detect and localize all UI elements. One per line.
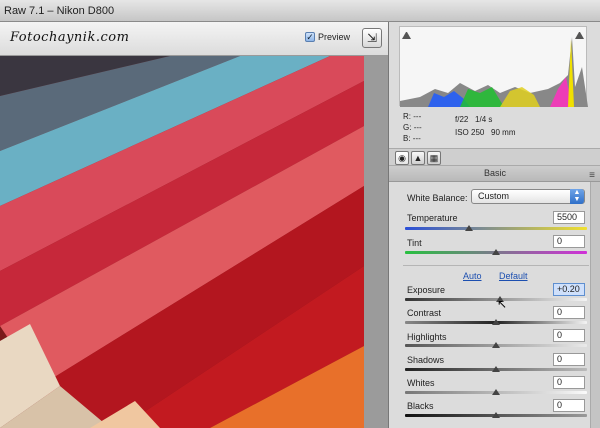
preview-label: Preview: [318, 32, 351, 42]
temperature-slider[interactable]: [405, 227, 587, 230]
histogram: [399, 26, 588, 107]
temperature-label: Temperature: [407, 213, 458, 223]
exposure-label: Exposure: [407, 285, 446, 295]
section-header: Basic ≡: [389, 166, 600, 182]
whites-label: Whites: [407, 378, 435, 388]
section-title: Basic: [483, 168, 506, 178]
contrast-value[interactable]: 0: [553, 306, 585, 319]
select-arrows-icon: ▲ ▼: [570, 189, 584, 204]
b-value: ---: [412, 134, 421, 143]
auto-link[interactable]: Auto: [463, 271, 482, 281]
exif-readout: f/22 1/4 s ISO 250 90 mm: [455, 113, 515, 139]
b-label: B:: [403, 134, 411, 143]
watermark-text: Fotochaynik.com: [10, 30, 130, 45]
highlight-clipping-icon[interactable]: [575, 30, 584, 39]
image-toolbar: Fotochaynik.com ✓ Preview ⇲: [0, 22, 388, 56]
basic-tab-icon[interactable]: ◉: [395, 151, 409, 165]
tone-curve-tab-icon[interactable]: ▲: [411, 151, 425, 165]
fullscreen-toggle-button[interactable]: ⇲: [362, 28, 382, 48]
preview-toggle[interactable]: ✓ Preview: [305, 32, 350, 42]
blacks-value[interactable]: 0: [553, 399, 585, 412]
shadows-label: Shadows: [407, 355, 445, 365]
panel-tab-bar: ◉ ▲ ▦: [389, 148, 600, 166]
tint-value[interactable]: 0: [553, 235, 585, 248]
adjustments-panel: R: --- G: --- B: --- f/22 1/4 s ISO 250 …: [388, 22, 600, 428]
exposure-value[interactable]: +0.20: [553, 283, 585, 296]
panel-menu-icon[interactable]: ≡: [589, 168, 595, 183]
window-title: Raw 7.1 – Nikon D800: [4, 5, 115, 17]
shadows-slider-thumb[interactable]: [492, 366, 500, 372]
iso-value: ISO 250: [455, 128, 485, 137]
default-link[interactable]: Default: [499, 271, 528, 281]
window-titlebar: Raw 7.1 – Nikon D800: [0, 0, 600, 22]
blacks-label: Blacks: [407, 401, 434, 411]
shutter-value: 1/4 s: [475, 115, 493, 124]
contrast-label: Contrast: [407, 308, 442, 318]
r-label: R:: [403, 112, 411, 121]
temperature-slider-thumb[interactable]: [464, 225, 473, 231]
aperture-value: f/22: [455, 115, 469, 124]
r-value: ---: [413, 112, 422, 121]
shadows-value[interactable]: 0: [553, 353, 585, 366]
tint-label: Tint: [407, 238, 422, 248]
mouse-cursor-icon: ↖: [497, 297, 508, 311]
section-divider: [403, 265, 589, 266]
white-balance-value: Custom: [478, 191, 510, 201]
whites-slider-thumb[interactable]: [492, 389, 500, 395]
shadow-clipping-icon[interactable]: [402, 30, 411, 39]
image-preview-canvas[interactable]: [0, 56, 364, 428]
panel-scrollbar[interactable]: [590, 182, 600, 428]
white-balance-label: White Balance:: [407, 193, 468, 203]
canvas-margin: [364, 56, 388, 428]
g-label: G:: [403, 123, 412, 132]
temperature-value[interactable]: 5500: [553, 211, 585, 224]
focal-length-value: 90 mm: [491, 128, 516, 137]
blacks-slider-thumb[interactable]: [492, 412, 500, 418]
histogram-graph: [400, 37, 588, 107]
detail-tab-icon[interactable]: ▦: [427, 151, 441, 165]
tint-slider-thumb[interactable]: [492, 249, 500, 255]
whites-value[interactable]: 0: [553, 376, 585, 389]
rgb-readout: R: --- G: --- B: ---: [403, 111, 422, 144]
highlights-label: Highlights: [407, 332, 447, 342]
highlights-slider-thumb[interactable]: [492, 342, 500, 348]
contrast-slider-thumb[interactable]: [492, 319, 500, 325]
pencils-photo: [0, 56, 364, 428]
g-value: ---: [413, 123, 422, 132]
highlights-value[interactable]: 0: [553, 329, 585, 342]
white-balance-select[interactable]: Custom ▲ ▼: [471, 189, 585, 204]
fullscreen-toggle-icon: ⇲: [366, 31, 378, 45]
preview-checkbox[interactable]: ✓: [305, 32, 315, 42]
